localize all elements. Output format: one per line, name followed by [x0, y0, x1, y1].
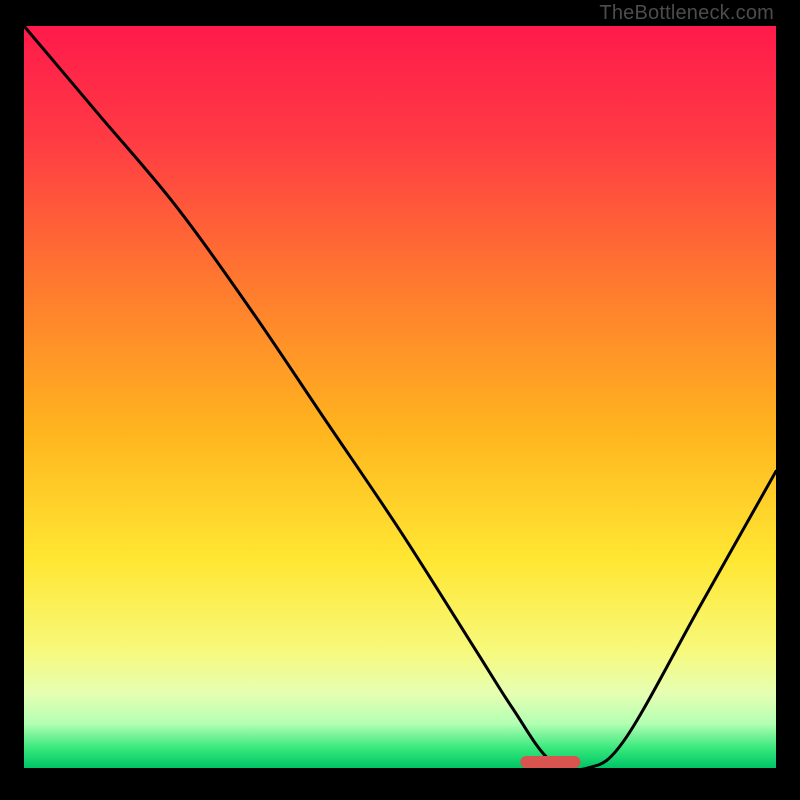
gradient-background [24, 26, 776, 768]
bottleneck-chart [24, 26, 776, 768]
optimal-range-marker [520, 756, 580, 768]
chart-frame: TheBottleneck.com [0, 0, 800, 800]
watermark-text: TheBottleneck.com [599, 2, 774, 25]
plot-area [24, 26, 776, 768]
